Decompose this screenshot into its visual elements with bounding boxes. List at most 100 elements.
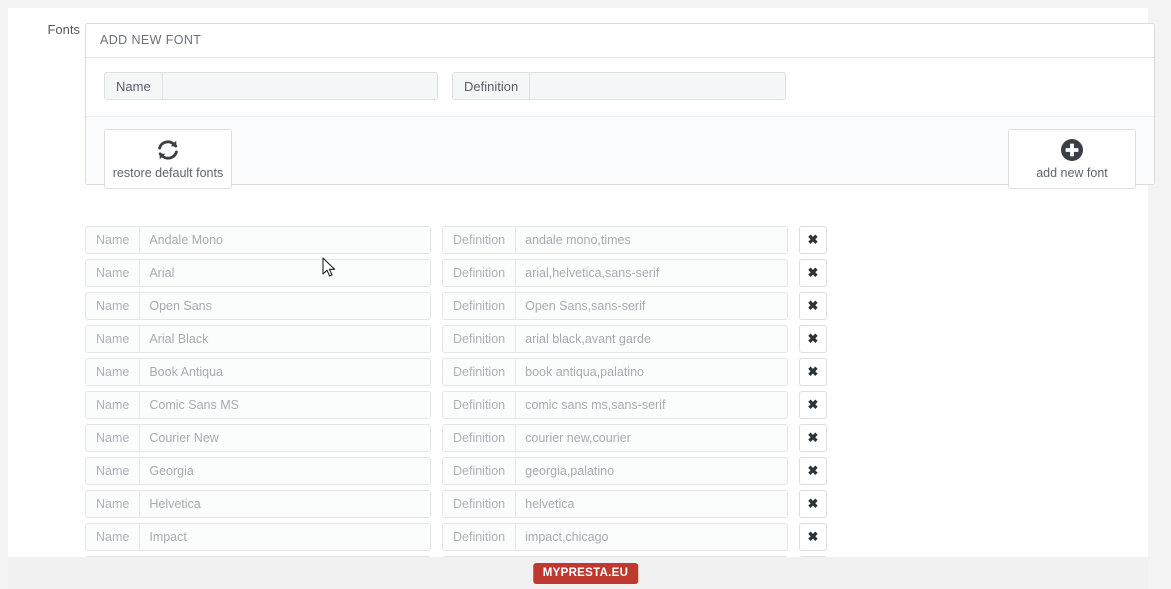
font-name-group: Name	[85, 325, 431, 353]
font-name-group: Name	[85, 490, 431, 518]
font-name-input[interactable]	[140, 458, 430, 484]
mypresta-badge: MYPRESTA.EU	[532, 563, 639, 584]
font-definition-input[interactable]	[516, 524, 787, 550]
font-row: Name Definition ✖	[85, 457, 1085, 485]
font-name-input[interactable]	[140, 326, 430, 352]
font-name-group: Name	[85, 523, 431, 551]
close-x-icon: ✖	[807, 463, 819, 478]
font-name-input[interactable]	[140, 260, 430, 286]
plus-circle-icon	[1060, 138, 1084, 164]
fonts-list-clip: Name Definition ✖ Name Definition ✖ Name Defini…	[0, 226, 1171, 557]
font-row: Name Definition ✖	[85, 325, 1085, 353]
font-name-input[interactable]	[140, 359, 430, 385]
font-definition-group: Definition	[442, 358, 788, 386]
font-row: Name Definition ✖	[85, 424, 1085, 452]
font-definition-label: Definition	[443, 227, 517, 253]
delete-font-button[interactable]: ✖	[799, 391, 827, 419]
panel-title: ADD NEW FONT	[86, 24, 1154, 58]
delete-font-button[interactable]: ✖	[799, 457, 827, 485]
new-font-name-group: Name	[104, 72, 438, 100]
font-definition-input[interactable]	[516, 293, 787, 319]
new-font-name-input[interactable]	[162, 73, 437, 99]
font-definition-input[interactable]	[516, 458, 787, 484]
page-root: Fonts ADD NEW FONT Name Definition resto…	[0, 0, 1171, 589]
delete-font-button[interactable]: ✖	[799, 358, 827, 386]
font-definition-input[interactable]	[516, 392, 787, 418]
new-font-definition-group: Definition	[452, 72, 786, 100]
font-definition-input[interactable]	[516, 326, 787, 352]
close-x-icon: ✖	[807, 265, 819, 280]
font-definition-group: Definition	[442, 226, 788, 254]
font-definition-input[interactable]	[516, 425, 787, 451]
page-edge-top	[0, 0, 1171, 8]
font-name-input[interactable]	[140, 524, 430, 550]
font-name-group: Name	[85, 391, 431, 419]
fonts-list: Name Definition ✖ Name Definition ✖ Name Defini…	[85, 226, 1085, 557]
delete-font-button[interactable]: ✖	[799, 226, 827, 254]
new-font-definition-label: Definition	[453, 73, 531, 99]
font-definition-group: Definition	[442, 490, 788, 518]
new-font-form: Name Definition	[86, 58, 1154, 116]
restore-default-fonts-label: restore default fonts	[112, 166, 224, 181]
font-definition-label: Definition	[443, 524, 517, 550]
font-definition-input[interactable]	[516, 227, 787, 253]
font-row: Name Definition ✖	[85, 391, 1085, 419]
add-new-font-button[interactable]: add new font	[1008, 129, 1136, 189]
close-x-icon: ✖	[807, 397, 819, 412]
font-name-label: Name	[86, 458, 141, 484]
font-name-label: Name	[86, 293, 141, 319]
delete-font-button[interactable]: ✖	[799, 292, 827, 320]
close-x-icon: ✖	[807, 232, 819, 247]
font-definition-input[interactable]	[516, 359, 787, 385]
font-name-group: Name	[85, 457, 431, 485]
font-name-input[interactable]	[140, 425, 430, 451]
delete-font-button[interactable]: ✖	[799, 325, 827, 353]
font-definition-label: Definition	[443, 392, 517, 418]
font-name-label: Name	[86, 392, 141, 418]
font-row: Name Definition ✖	[85, 523, 1085, 551]
font-definition-label: Definition	[443, 326, 517, 352]
panel-actions: restore default fonts add new font	[86, 116, 1154, 277]
font-definition-label: Definition	[443, 491, 517, 517]
font-name-group: Name	[85, 358, 431, 386]
new-font-definition-input[interactable]	[530, 73, 785, 99]
font-name-input[interactable]	[140, 293, 430, 319]
font-definition-input[interactable]	[516, 491, 787, 517]
font-definition-input[interactable]	[516, 260, 787, 286]
font-definition-group: Definition	[442, 391, 788, 419]
font-name-label: Name	[86, 260, 141, 286]
new-font-name-label: Name	[105, 73, 163, 99]
font-name-input[interactable]	[140, 392, 430, 418]
fonts-group-label: Fonts	[47, 22, 80, 37]
font-name-group: Name	[85, 556, 431, 557]
font-definition-label: Definition	[443, 458, 517, 484]
close-x-icon: ✖	[807, 298, 819, 313]
close-x-icon: ✖	[807, 364, 819, 379]
font-row: Name Definition ✖	[85, 358, 1085, 386]
font-name-input[interactable]	[140, 227, 430, 253]
font-name-group: Name	[85, 259, 431, 287]
delete-font-button[interactable]: ✖	[799, 490, 827, 518]
delete-font-button[interactable]: ✖	[799, 523, 827, 551]
close-x-icon: ✖	[807, 331, 819, 346]
font-name-group: Name	[85, 292, 431, 320]
delete-font-button[interactable]: ✖	[799, 424, 827, 452]
add-new-font-panel: ADD NEW FONT Name Definition restore def…	[85, 23, 1155, 277]
font-row: Name Definition ✖	[85, 556, 1085, 557]
font-definition-group: Definition	[442, 292, 788, 320]
font-name-label: Name	[86, 524, 141, 550]
font-definition-group: Definition	[442, 325, 788, 353]
delete-font-button[interactable]: ✖	[799, 259, 827, 287]
font-definition-label: Definition	[443, 260, 517, 286]
font-name-input[interactable]	[140, 491, 430, 517]
font-row: Name Definition ✖	[85, 259, 1085, 287]
delete-font-button[interactable]: ✖	[799, 556, 827, 557]
restore-default-fonts-button[interactable]: restore default fonts	[104, 129, 232, 189]
font-definition-group: Definition	[442, 424, 788, 452]
font-definition-label: Definition	[443, 293, 517, 319]
font-definition-group: Definition	[442, 556, 788, 557]
add-new-font-label: add new font	[1036, 166, 1108, 181]
font-name-group: Name	[85, 226, 431, 254]
font-name-group: Name	[85, 424, 431, 452]
font-name-label: Name	[86, 425, 141, 451]
